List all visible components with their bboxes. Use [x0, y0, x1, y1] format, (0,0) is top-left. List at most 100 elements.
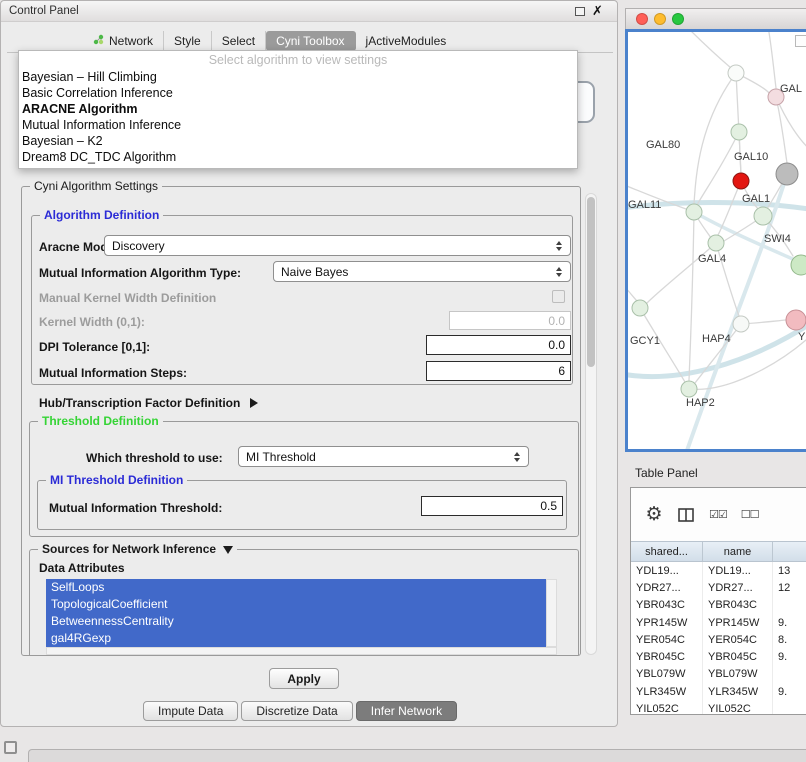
node-label-gal4: GAL4	[698, 253, 726, 265]
network-edge[interactable]	[628, 284, 637, 301]
attribute-gal4rgexp[interactable]: gal4RGexp	[46, 630, 546, 647]
mi-threshold-label: Mutual Information Threshold:	[49, 501, 222, 515]
attribute-betweennesscentrality[interactable]: BetweennessCentrality	[46, 613, 546, 630]
network-node[interactable]	[786, 310, 806, 330]
mi-threshold-input[interactable]	[421, 496, 563, 516]
tab-cyni-toolbox[interactable]: Cyni Toolbox	[266, 31, 355, 51]
table-cell: 12	[773, 579, 806, 596]
algorithm-option-aracne-algorithm[interactable]: ARACNE Algorithm	[19, 101, 577, 117]
select-all-icon[interactable]: ☑☑	[709, 508, 727, 521]
table-cell: YBR045C	[703, 648, 773, 665]
columns-icon[interactable]	[677, 508, 695, 522]
network-edge[interactable]	[776, 97, 806, 152]
close-icon[interactable]: ✗	[592, 3, 603, 19]
attribute-selfloops[interactable]: SelfLoops	[46, 579, 546, 596]
table-row[interactable]: YPR145WYPR145W9.	[631, 614, 806, 631]
mi-steps-input[interactable]	[426, 361, 571, 381]
zoom-traffic-light[interactable]	[672, 13, 684, 25]
close-traffic-light[interactable]	[636, 13, 648, 25]
network-edge[interactable]	[686, 32, 731, 68]
table-row[interactable]: YER054CYER054C8.	[631, 631, 806, 648]
algorithm-option-bayesian-k2[interactable]: Bayesian – K2	[19, 133, 577, 149]
network-window-titlebar[interactable]	[625, 8, 806, 29]
network-node[interactable]	[686, 204, 702, 220]
control-panel-titlebar: Control Panel ✗	[1, 1, 617, 22]
table-row[interactable]: YBL079WYBL079W	[631, 666, 806, 683]
network-edge[interactable]	[647, 243, 716, 303]
network-node[interactable]	[731, 124, 747, 140]
network-canvas[interactable]: GALGAL80GAL10GAL11GAL1SWI4GAL4GCY1HAP4YH…	[625, 29, 806, 452]
algorithm-dropdown-popup: Select algorithm to view settings Bayesi…	[18, 50, 578, 169]
network-edge[interactable]	[718, 181, 741, 235]
bottom-panel-strip	[28, 749, 806, 762]
network-edge[interactable]	[768, 32, 776, 88]
node-label-gal80: GAL80	[646, 139, 680, 151]
table-row[interactable]: YDR27...YDR27...12	[631, 579, 806, 596]
table-row[interactable]: YDL19...YDL19...13	[631, 562, 806, 579]
tab-select[interactable]: Select	[212, 31, 266, 51]
table-row[interactable]: YBR043CYBR043C	[631, 597, 806, 614]
network-node[interactable]	[733, 316, 749, 332]
control-panel: Control Panel ✗ NetworkStyle Select Cyni T…	[0, 0, 618, 727]
node-label-gal1: GAL1	[742, 193, 770, 205]
network-edge[interactable]	[776, 97, 787, 163]
deselect-all-icon[interactable]: ☐☐	[741, 508, 759, 521]
attribute-list-hscrollbar[interactable]	[46, 647, 557, 655]
sources-group-toggle[interactable]: Sources for Network Inference	[38, 542, 237, 556]
mi-type-value: Naive Bayes	[281, 265, 348, 279]
network-edge[interactable]	[689, 212, 694, 380]
bottom-tab-impute-data[interactable]: Impute Data	[143, 701, 238, 721]
algorithm-option-basic-correlation-inference[interactable]: Basic Correlation Inference	[19, 85, 577, 101]
attribute-topologicalcoefficient[interactable]: TopologicalCoefficient	[46, 596, 546, 613]
table-row[interactable]: YIL052CYIL052C	[631, 700, 806, 715]
settings-scrollbar[interactable]	[585, 193, 597, 655]
network-svg[interactable]: GALGAL80GAL10GAL11GAL1SWI4GAL4GCY1HAP4YH…	[628, 32, 806, 449]
network-node[interactable]	[776, 163, 798, 185]
network-node[interactable]	[733, 173, 749, 189]
tab-jactivemodules[interactable]: jActiveModules	[356, 31, 457, 51]
network-node[interactable]	[632, 300, 648, 316]
algorithm-option-dream8-dc-tdc-algorithm[interactable]: Dream8 DC_TDC Algorithm	[19, 149, 577, 165]
manual-kernel-label: Manual Kernel Width Definition	[39, 291, 216, 305]
node-label-gcy1: GCY1	[630, 335, 660, 347]
node-label-gal11: GAL11	[628, 199, 661, 211]
collapsed-panel-icon[interactable]	[4, 741, 17, 754]
network-view-window: GALGAL80GAL10GAL11GAL1SWI4GAL4GCY1HAP4YH…	[625, 8, 806, 452]
table-row[interactable]: YBR045CYBR045C9.	[631, 648, 806, 665]
network-node[interactable]	[754, 207, 772, 225]
node-label-gal10: GAL10	[734, 151, 768, 163]
algorithm-option-bayesian-hill-climbing[interactable]: Bayesian – Hill Climbing	[19, 69, 577, 85]
manual-kernel-checkbox	[552, 290, 565, 303]
which-threshold-select[interactable]: MI Threshold	[238, 446, 529, 467]
network-edge[interactable]	[689, 340, 806, 389]
attribute-list-vscrollbar[interactable]	[546, 579, 557, 647]
network-node[interactable]	[728, 65, 744, 81]
mi-type-label: Mutual Information Algorithm Type:	[39, 266, 241, 280]
algorithm-option-mutual-information-inference[interactable]: Mutual Information Inference	[19, 117, 577, 133]
canvas-scrollbar-corner	[795, 35, 806, 47]
column-header-extra[interactable]	[773, 542, 806, 561]
aracne-mode-select[interactable]: Discovery	[104, 235, 571, 256]
data-attributes-label: Data Attributes	[39, 561, 125, 575]
gear-icon[interactable]: ⚙	[645, 503, 663, 526]
dpi-tolerance-input[interactable]	[426, 335, 571, 355]
minimize-traffic-light[interactable]	[654, 13, 666, 25]
float-window-icon[interactable]	[575, 7, 585, 16]
bottom-tab-infer-network[interactable]: Infer Network	[356, 701, 457, 721]
network-node[interactable]	[708, 235, 724, 251]
network-edge[interactable]	[694, 73, 736, 204]
tab-style[interactable]: Style	[164, 31, 212, 51]
network-node[interactable]	[681, 381, 697, 397]
tab-label: Select	[222, 34, 255, 48]
bottom-tab-discretize-data[interactable]: Discretize Data	[241, 701, 352, 721]
apply-button[interactable]: Apply	[269, 668, 339, 689]
hub-section-toggle[interactable]: Hub/Transcription Factor Definition	[39, 394, 258, 412]
column-header-name[interactable]: name	[703, 542, 773, 561]
scrollbar-thumb[interactable]	[587, 197, 595, 367]
column-header-shared[interactable]: shared...	[631, 542, 703, 561]
network-node[interactable]	[791, 255, 806, 275]
table-row[interactable]: YLR345WYLR345W9.	[631, 683, 806, 700]
tab-network[interactable]: Network	[83, 31, 164, 51]
mi-type-select[interactable]: Naive Bayes	[273, 261, 571, 282]
algorithm-options: Bayesian – Hill ClimbingBasic Correlatio…	[19, 69, 577, 165]
